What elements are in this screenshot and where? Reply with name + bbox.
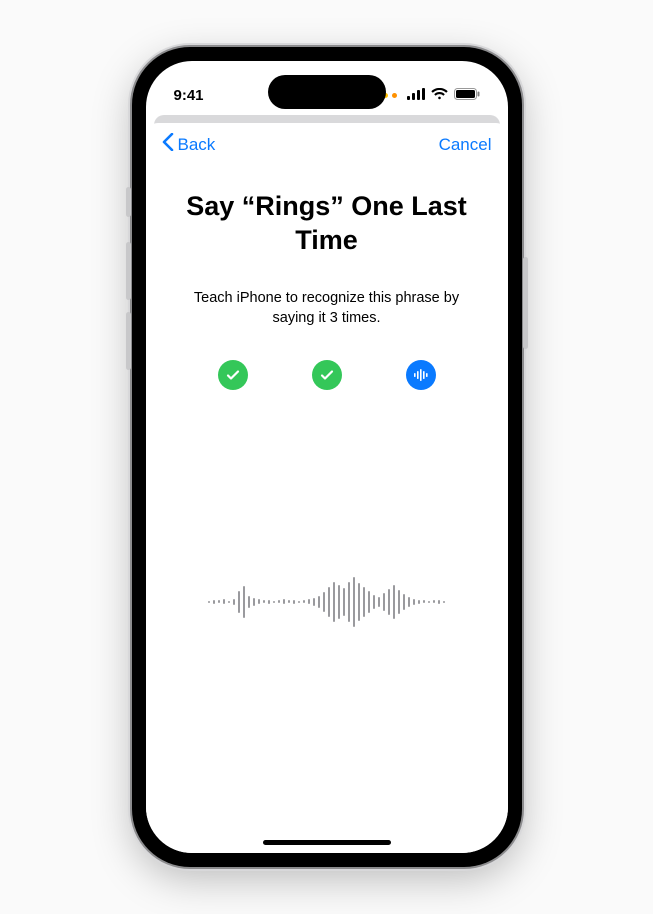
screen: 9:41 [146, 61, 508, 853]
waveform-bar [413, 599, 415, 605]
waveform-bar [283, 599, 285, 604]
progress-indicators [146, 360, 508, 390]
checkmark-icon [225, 367, 241, 383]
waveform-bar [218, 600, 220, 603]
waveform-bar [223, 599, 225, 604]
page-title: Say “Rings” One Last Time [146, 160, 508, 258]
waveform-bar [233, 599, 235, 605]
waveform-bar [418, 600, 420, 604]
waveform-bar [383, 593, 385, 611]
waveform-bar [443, 601, 445, 603]
dynamic-island [268, 75, 386, 109]
page-subtitle: Teach iPhone to recognize this phrase by… [146, 258, 508, 329]
sheet: Back Cancel Say “Rings” One Last Time Te… [146, 123, 508, 853]
waveform-icon [412, 366, 430, 384]
waveform-bar [373, 595, 375, 609]
home-indicator[interactable] [263, 840, 391, 845]
waveform-bar [438, 600, 440, 604]
waveform-bar [328, 587, 330, 617]
mute-switch[interactable] [126, 187, 131, 217]
waveform-bar [398, 590, 400, 614]
waveform-bar [273, 601, 275, 603]
waveform-bar [293, 600, 295, 604]
waveform-bar [318, 596, 320, 608]
waveform-bar [243, 586, 245, 618]
waveform-bar [308, 599, 310, 604]
status-right [383, 87, 480, 104]
waveform-bar [323, 592, 325, 612]
status-time: 9:41 [174, 87, 204, 104]
progress-step-1 [218, 360, 248, 390]
waveform-bar [338, 585, 340, 619]
progress-step-2 [312, 360, 342, 390]
waveform-bar [333, 582, 335, 622]
side-button[interactable] [523, 257, 528, 349]
waveform-bar [378, 597, 380, 607]
waveform-bar [278, 600, 280, 603]
waveform-bar [258, 599, 260, 604]
waveform-bar [253, 598, 255, 606]
wifi-icon [431, 87, 448, 104]
waveform-bar [433, 600, 435, 603]
waveform-bar [408, 597, 410, 607]
back-label: Back [178, 135, 216, 155]
waveform-bar [428, 601, 430, 603]
waveform-bar [238, 591, 240, 613]
waveform-bar [368, 591, 370, 613]
cancel-button[interactable]: Cancel [439, 135, 492, 155]
checkmark-icon [319, 367, 335, 383]
nav-bar: Back Cancel [146, 123, 508, 160]
waveform-bar [348, 582, 350, 622]
battery-icon [454, 87, 480, 104]
waveform-bar [313, 598, 315, 606]
waveform-bar [353, 577, 355, 627]
cellular-icon [407, 87, 425, 104]
waveform-bar [403, 594, 405, 610]
waveform-bar [268, 600, 270, 604]
waveform-bar [288, 600, 290, 603]
waveform-bar [213, 600, 215, 604]
waveform-bar [388, 589, 390, 615]
phone-frame: 9:41 [132, 47, 522, 867]
waveform-bar [263, 600, 265, 603]
waveform-bar [208, 601, 210, 603]
waveform-bar [363, 587, 365, 617]
back-button[interactable]: Back [162, 133, 216, 156]
volume-down-button[interactable] [126, 312, 131, 370]
waveform-area [146, 390, 508, 853]
chevron-left-icon [162, 133, 174, 156]
privacy-dot [392, 93, 397, 98]
waveform-bar [343, 588, 345, 616]
waveform-bar [393, 585, 395, 619]
waveform-bar [358, 583, 360, 621]
waveform-bar [423, 600, 425, 603]
progress-step-3 [406, 360, 436, 390]
waveform-bar [228, 601, 230, 603]
waveform [208, 562, 445, 642]
volume-up-button[interactable] [126, 242, 131, 300]
waveform-bar [303, 600, 305, 603]
waveform-bar [248, 596, 250, 608]
waveform-bar [298, 601, 300, 603]
